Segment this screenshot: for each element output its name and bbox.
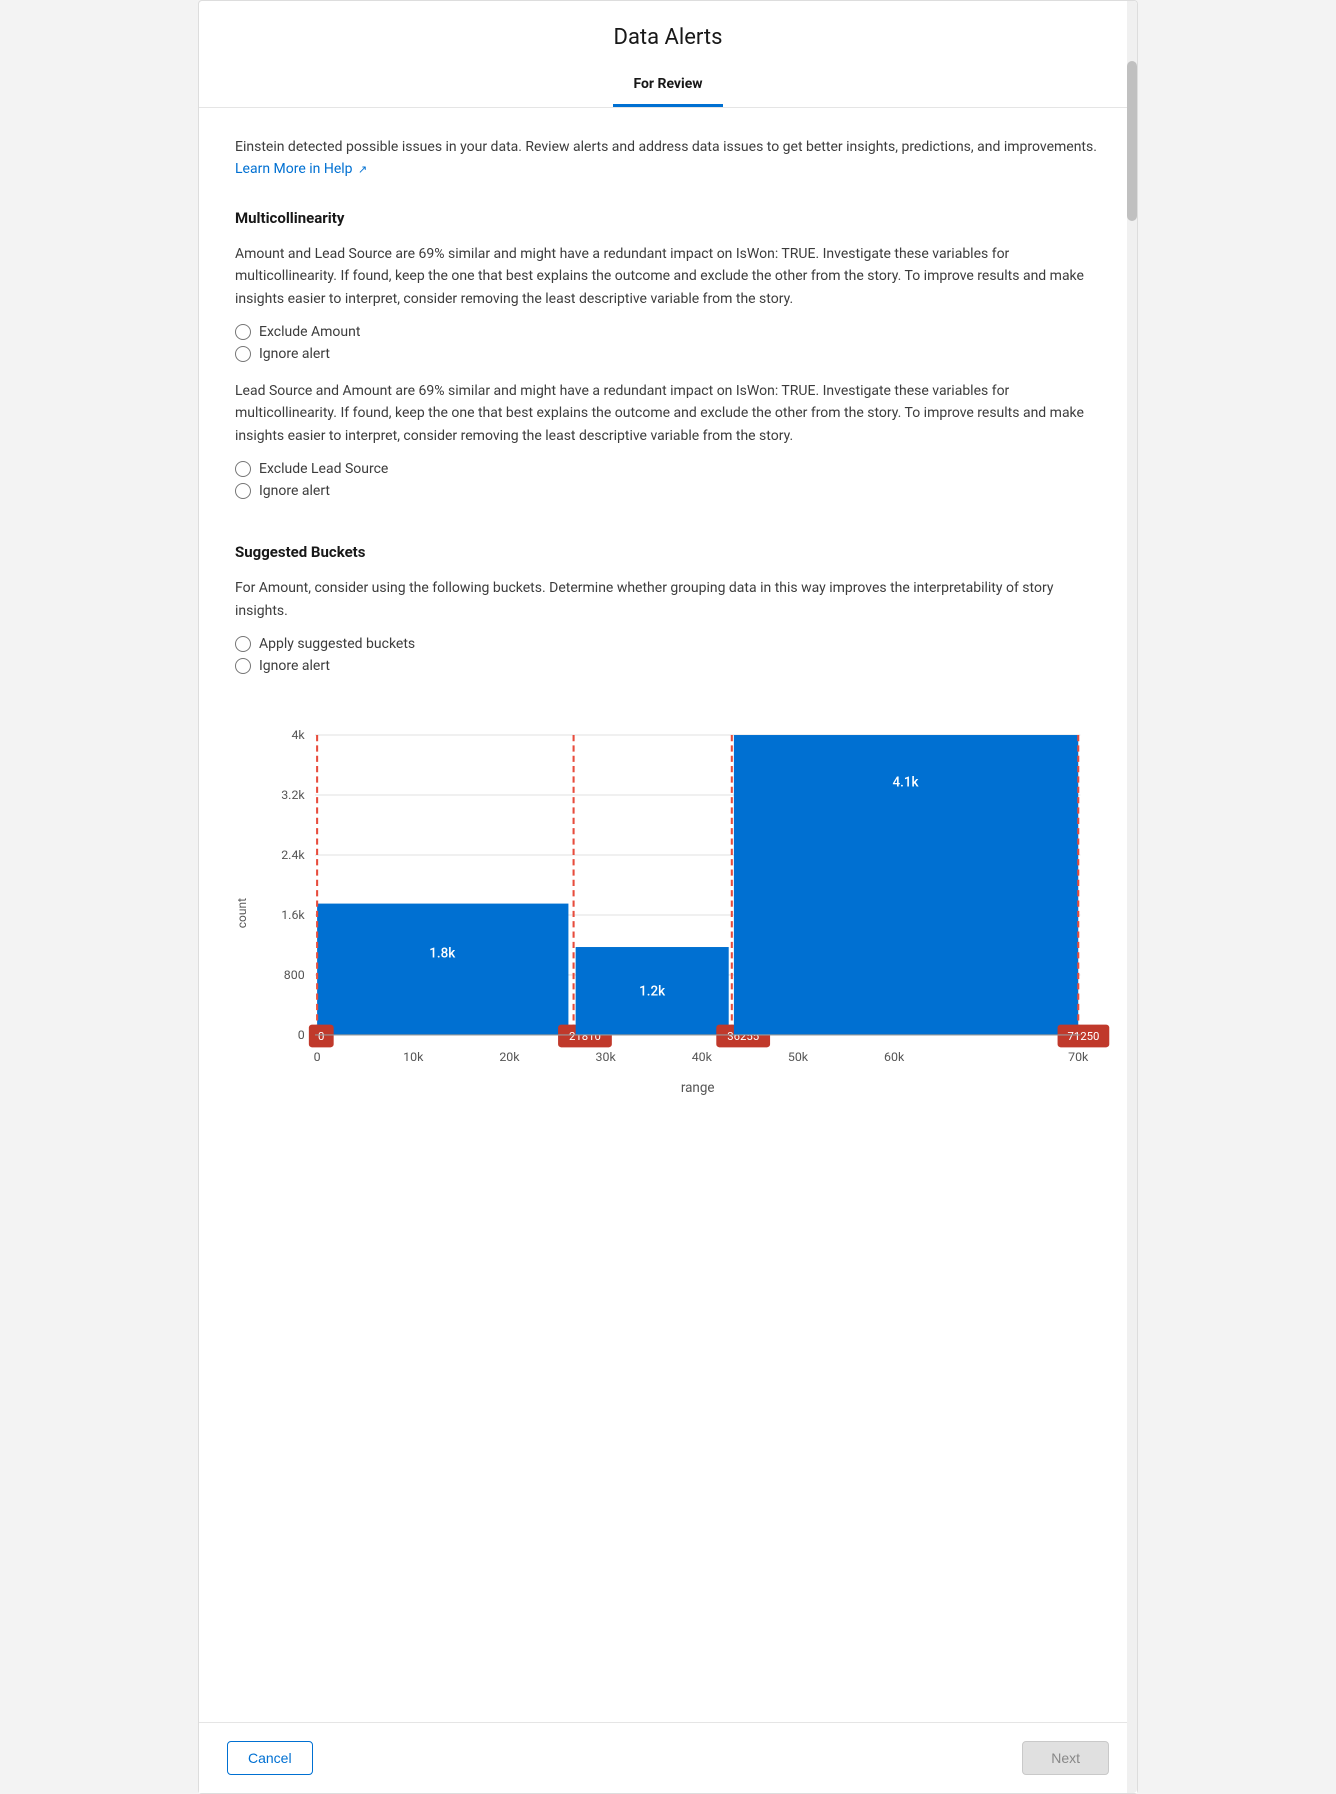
svg-text:70k: 70k xyxy=(1068,1050,1089,1065)
svg-text:4k: 4k xyxy=(291,728,305,743)
ignore-alert-2-radio[interactable] xyxy=(235,483,251,499)
apply-buckets-label: Apply suggested buckets xyxy=(259,636,415,652)
exclude-lead-source-label: Exclude Lead Source xyxy=(259,461,388,477)
multicollinearity-section: Multicollinearity Amount and Lead Source… xyxy=(235,209,1101,499)
buckets-chart-container: count 4k 3.2k xyxy=(235,694,1101,1132)
ignore-alert-1-label: Ignore alert xyxy=(259,346,330,362)
ignore-buckets-alert-option[interactable]: Ignore alert xyxy=(235,658,1101,674)
suggested-buckets-options: Apply suggested buckets Ignore alert xyxy=(235,636,1101,674)
modal-footer: Cancel Next xyxy=(199,1722,1137,1793)
chart-svg: 4k 3.2k 2.4k 1.6k 800 0 1.8k xyxy=(253,704,1101,1118)
multicollinearity-alert-1-desc: Amount and Lead Source are 69% similar a… xyxy=(235,243,1101,310)
multicollinearity-alert-2-desc: Lead Source and Amount are 69% similar a… xyxy=(235,380,1101,447)
svg-text:30k: 30k xyxy=(596,1050,617,1065)
tab-for-review[interactable]: For Review xyxy=(613,66,722,107)
ignore-alert-2-label: Ignore alert xyxy=(259,483,330,499)
svg-text:1.8k: 1.8k xyxy=(429,946,456,961)
intro-text: Einstein detected possible issues in you… xyxy=(235,136,1101,181)
suggested-buckets-desc: For Amount, consider using the following… xyxy=(235,577,1101,622)
suggested-buckets-section: Suggested Buckets For Amount, consider u… xyxy=(235,543,1101,1131)
svg-text:71250: 71250 xyxy=(1067,1029,1099,1043)
tab-bar: For Review xyxy=(199,66,1137,107)
modal-title: Data Alerts xyxy=(199,25,1137,50)
exclude-lead-source-option[interactable]: Exclude Lead Source xyxy=(235,461,1101,477)
learn-more-link[interactable]: Learn More in Help ↗ xyxy=(235,161,367,177)
bar-1 xyxy=(317,903,568,1034)
svg-text:4.1k: 4.1k xyxy=(893,776,920,791)
svg-text:800: 800 xyxy=(284,968,305,983)
svg-text:0: 0 xyxy=(298,1028,305,1043)
cancel-button[interactable]: Cancel xyxy=(227,1741,313,1775)
y-axis-label: count xyxy=(235,898,249,928)
svg-text:50k: 50k xyxy=(788,1050,809,1065)
exclude-amount-label: Exclude Amount xyxy=(259,324,360,340)
apply-suggested-buckets-option[interactable]: Apply suggested buckets xyxy=(235,636,1101,652)
ignore-buckets-label: Ignore alert xyxy=(259,658,330,674)
svg-text:2.4k: 2.4k xyxy=(281,848,305,863)
svg-text:3.2k: 3.2k xyxy=(281,788,305,803)
svg-text:40k: 40k xyxy=(692,1050,713,1065)
scrollbar-track[interactable] xyxy=(1127,1,1137,1793)
ignore-alert-1-radio[interactable] xyxy=(235,346,251,362)
multicollinearity-alert-1-options: Exclude Amount Ignore alert xyxy=(235,324,1101,362)
svg-text:1.6k: 1.6k xyxy=(281,908,305,923)
scrollbar-thumb[interactable] xyxy=(1127,61,1137,221)
apply-buckets-radio[interactable] xyxy=(235,636,251,652)
chart-area: count 4k 3.2k xyxy=(235,704,1101,1122)
svg-text:range: range xyxy=(681,1081,715,1096)
svg-text:10k: 10k xyxy=(403,1050,424,1065)
modal-header: Data Alerts For Review xyxy=(199,1,1137,108)
ignore-buckets-radio[interactable] xyxy=(235,658,251,674)
exclude-amount-option[interactable]: Exclude Amount xyxy=(235,324,1101,340)
multicollinearity-title: Multicollinearity xyxy=(235,209,1101,227)
svg-text:60k: 60k xyxy=(884,1050,905,1065)
ignore-alert-2-option[interactable]: Ignore alert xyxy=(235,483,1101,499)
svg-text:0: 0 xyxy=(318,1029,324,1043)
modal-body: Einstein detected possible issues in you… xyxy=(199,108,1137,1722)
svg-text:0: 0 xyxy=(314,1050,321,1065)
multicollinearity-alert-2-options: Exclude Lead Source Ignore alert xyxy=(235,461,1101,499)
next-button[interactable]: Next xyxy=(1022,1741,1109,1775)
svg-text:1.2k: 1.2k xyxy=(639,985,666,1000)
exclude-lead-source-radio[interactable] xyxy=(235,461,251,477)
chart-inner: 4k 3.2k 2.4k 1.6k 800 0 1.8k xyxy=(253,704,1101,1122)
external-link-icon: ↗ xyxy=(358,161,367,179)
modal-container: Data Alerts For Review Einstein detected… xyxy=(198,0,1138,1794)
ignore-alert-1-option[interactable]: Ignore alert xyxy=(235,346,1101,362)
suggested-buckets-title: Suggested Buckets xyxy=(235,543,1101,561)
svg-text:20k: 20k xyxy=(499,1050,520,1065)
exclude-amount-radio[interactable] xyxy=(235,324,251,340)
